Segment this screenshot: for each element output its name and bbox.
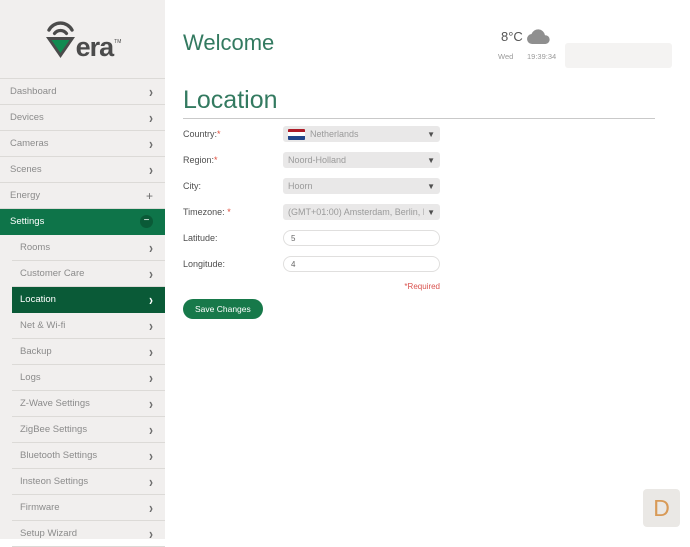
city-row: City: Hoorn ▼ [183,178,440,194]
netherlands-flag-icon [288,129,305,140]
sidebar-item-dashboard[interactable]: Dashboard› [0,79,165,105]
weather-day: Wed [498,52,513,61]
sidebar-item-firmware[interactable]: Firmware› [12,495,165,521]
sidebar-item-cameras[interactable]: Cameras› [0,131,165,157]
timezone-row: Timezone: * (GMT+01:00) Amsterdam, Berli… [183,204,440,220]
region-select[interactable]: Noord-Holland ▼ [283,152,440,168]
vera-logo: era TM [0,0,165,78]
chevron-down-icon: ▼ [427,156,435,165]
chevron-right-icon: › [149,82,153,100]
region-row: Region:* Noord-Holland ▼ [183,152,440,168]
cloud-icon [525,28,551,46]
plus-icon: + [146,189,153,203]
chevron-down-icon: ▼ [427,182,435,191]
country-select[interactable]: Netherlands ▼ [283,126,440,142]
sidebar-item-zigbee-settings[interactable]: ZigBee Settings› [12,417,165,443]
latitude-label: Latitude: [183,233,283,243]
sidebar-item-energy[interactable]: Energy+ [0,183,165,209]
longitude-label: Longitude: [183,259,283,269]
sidebar-item-rooms[interactable]: Rooms› [12,235,165,261]
logo-trademark: TM [114,39,121,45]
title-divider [183,118,655,119]
city-label: City: [183,181,283,191]
sidebar-item-net-wifi[interactable]: Net & Wi-fi› [12,313,165,339]
sidebar-item-insteon-settings[interactable]: Insteon Settings› [12,469,165,495]
chevron-right-icon: › [149,472,153,490]
sidebar-item-scenes[interactable]: Scenes› [0,157,165,183]
header-account-box[interactable] [565,43,672,68]
country-row: Country:* Netherlands ▼ [183,126,440,142]
chevron-right-icon: › [149,290,153,308]
collapse-minus-icon[interactable]: − [140,215,153,228]
chat-widget-badge[interactable]: D [643,489,680,527]
chevron-right-icon: › [149,368,153,386]
main-content: Welcome 8°C Wed 19:39:34 Location Countr… [165,0,690,539]
sidebar-item-bluetooth-settings[interactable]: Bluetooth Settings› [12,443,165,469]
timezone-label: Timezone: * [183,207,283,217]
timezone-select[interactable]: (GMT+01:00) Amsterdam, Berlin, Bern ▼ [283,204,440,220]
latitude-input[interactable] [283,230,440,246]
chevron-right-icon: › [149,394,153,412]
sidebar-nav: Dashboard› Devices› Cameras› Scenes› Ene… [0,78,165,547]
longitude-row: Longitude: [183,256,440,272]
chevron-down-icon: ▼ [427,130,435,139]
region-label: Region:* [183,155,283,165]
chevron-right-icon: › [149,108,153,126]
chevron-right-icon: › [149,342,153,360]
location-form: Country:* Netherlands ▼ Region:* Noord-H… [183,126,440,319]
chevron-right-icon: › [149,134,153,152]
logo-text: era [76,36,114,59]
longitude-input[interactable] [283,256,440,272]
sidebar-item-setup-wizard[interactable]: Setup Wizard› [12,521,165,547]
chevron-right-icon: › [149,420,153,438]
chevron-right-icon: › [149,524,153,542]
weather-temperature: 8°C [501,29,523,44]
chevron-right-icon: › [149,498,153,516]
sidebar-item-backup[interactable]: Backup› [12,339,165,365]
chevron-right-icon: › [149,264,153,282]
required-note: *Required [183,282,440,291]
chevron-right-icon: › [149,160,153,178]
vera-logo-v-icon [45,19,76,59]
chevron-right-icon: › [149,316,153,334]
latitude-row: Latitude: [183,230,440,246]
sidebar-item-customer-care[interactable]: Customer Care› [12,261,165,287]
page-title: Location [183,86,278,115]
chevron-down-icon: ▼ [427,208,435,217]
weather-clock: 19:39:34 [527,52,556,61]
chevron-right-icon: › [149,446,153,464]
sidebar-item-settings[interactable]: Settings− [0,209,165,235]
sidebar-item-zwave-settings[interactable]: Z-Wave Settings› [12,391,165,417]
welcome-title: Welcome [183,30,274,56]
country-label: Country:* [183,129,283,139]
sidebar-item-devices[interactable]: Devices› [0,105,165,131]
sidebar-item-logs[interactable]: Logs› [12,365,165,391]
sidebar-item-location[interactable]: Location› [12,287,165,313]
city-select[interactable]: Hoorn ▼ [283,178,440,194]
sidebar: era TM Dashboard› Devices› Cameras› Scen… [0,0,165,539]
chevron-right-icon: › [149,238,153,256]
save-changes-button[interactable]: Save Changes [183,299,263,319]
